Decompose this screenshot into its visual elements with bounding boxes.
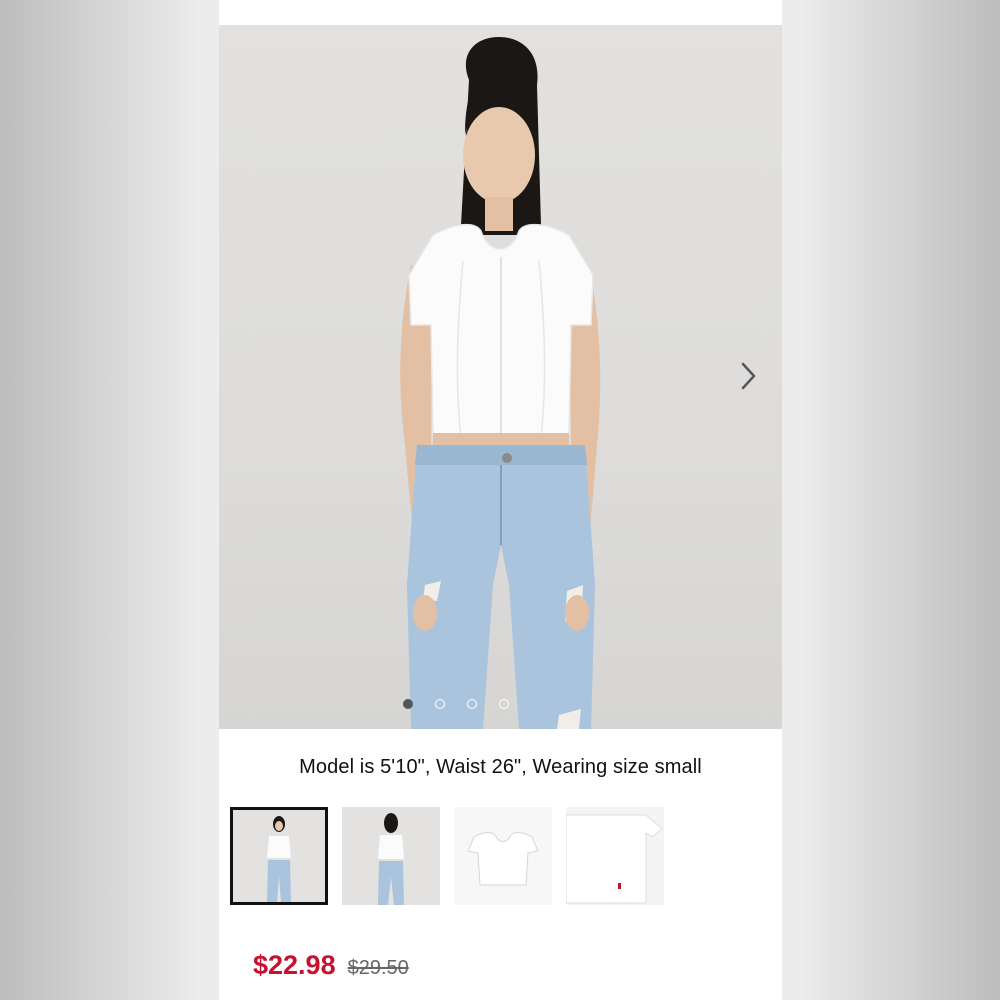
thumbnail-model-back[interactable] bbox=[342, 807, 440, 905]
thumbnail-model-front[interactable] bbox=[230, 807, 328, 905]
carousel-indicator bbox=[219, 699, 782, 709]
thumbnail-flat-lay[interactable] bbox=[454, 807, 552, 905]
model-size-caption: Model is 5'10", Waist 26", Wearing size … bbox=[299, 756, 702, 778]
chevron-right-icon bbox=[741, 362, 756, 390]
thumbnail-image bbox=[233, 810, 325, 902]
thumbnail-image bbox=[566, 807, 664, 905]
thumbnail-image bbox=[454, 807, 552, 905]
carousel-dot[interactable] bbox=[434, 699, 445, 709]
carousel-dot[interactable] bbox=[498, 699, 509, 709]
product-hero-image[interactable] bbox=[219, 25, 782, 729]
carousel-dot[interactable] bbox=[402, 699, 413, 709]
original-price: $29.50 bbox=[347, 957, 409, 979]
thumbnail-image bbox=[342, 807, 440, 905]
product-card: Model is 5'10", Waist 26", Wearing size … bbox=[219, 0, 782, 1000]
carousel-dot[interactable] bbox=[466, 699, 477, 709]
model-photo bbox=[400, 37, 601, 729]
thumbnail-detail[interactable] bbox=[566, 807, 664, 905]
sale-price: $22.98 bbox=[253, 950, 336, 980]
carousel-next-button[interactable] bbox=[732, 360, 764, 392]
thumbnail-strip bbox=[230, 807, 664, 905]
price-row: $22.98 $29.50 bbox=[253, 950, 409, 981]
